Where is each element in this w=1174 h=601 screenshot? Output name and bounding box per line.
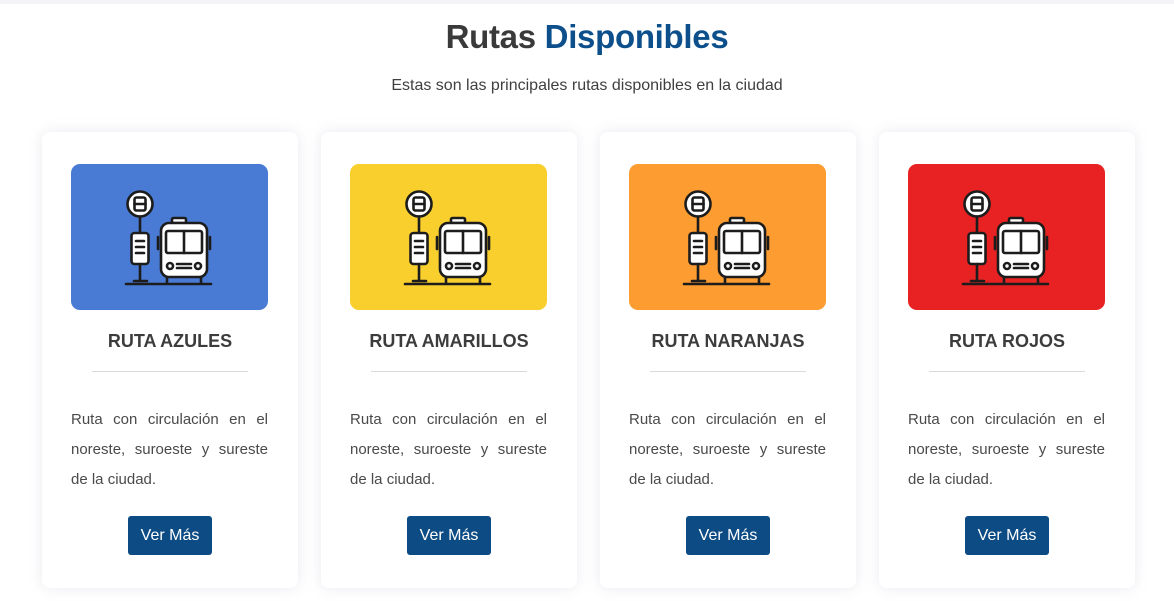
route-description: Ruta con circulación en el noreste, suro… [350,411,547,488]
route-title: RUTA NARANJAS [651,331,805,351]
page-title: Rutas Disponibles [0,18,1174,56]
route-title: RUTA AZULES [107,331,233,351]
divider [929,371,1085,372]
divider [371,371,527,372]
bus-stop-icon [350,164,547,310]
route-description: Ruta con circulación en el noreste, suro… [71,411,268,488]
top-strip [0,0,1174,4]
route-thumbnail [908,164,1105,310]
route-thumbnail [71,164,268,310]
ver-mas-button[interactable]: Ver Más [128,516,212,555]
ver-mas-button[interactable]: Ver Más [686,516,770,555]
route-description: Ruta con circulación en el noreste, suro… [629,411,826,488]
route-description: Ruta con circulación en el noreste, suro… [908,411,1105,488]
route-thumbnail [350,164,547,310]
ver-mas-button[interactable]: Ver Más [407,516,491,555]
route-card: RUTA NARANJAS Ruta con circulación en el… [600,132,856,588]
divider [650,371,806,372]
route-card: RUTA AMARILLOS Ruta con circulación en e… [321,132,577,588]
routes-page: Rutas Disponibles Estas son las principa… [0,0,1174,601]
divider [92,371,248,372]
route-card: RUTA ROJOS Ruta con circulación en el no… [879,132,1135,588]
route-title: RUTA ROJOS [948,331,1065,351]
route-title: RUTA AMARILLOS [369,331,529,351]
route-card: RUTA AZULES Ruta con circulación en el n… [42,132,298,588]
bus-stop-icon [629,164,826,310]
ver-mas-button[interactable]: Ver Más [965,516,1049,555]
route-thumbnail [629,164,826,310]
title-accent: Disponibles [544,18,729,55]
page-subtitle: Estas son las principales rutas disponib… [391,77,783,94]
bus-stop-icon [71,164,268,310]
title-prefix: Rutas [445,18,536,55]
bus-stop-icon [908,164,1105,310]
